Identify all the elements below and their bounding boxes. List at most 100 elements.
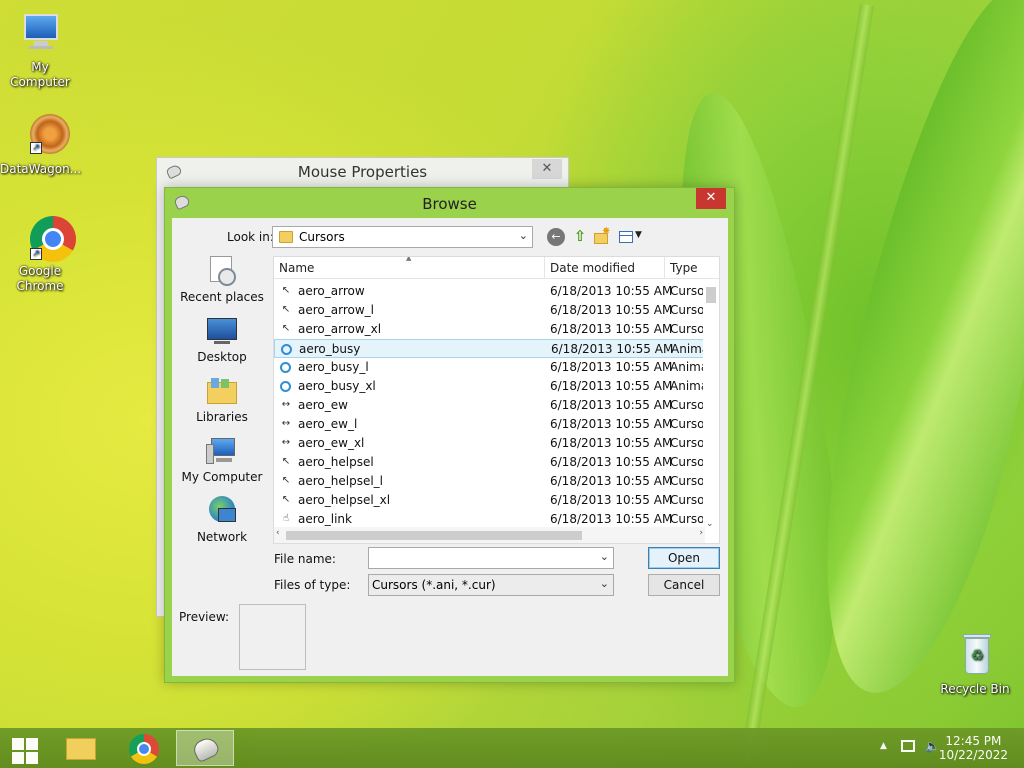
chevron-down-icon: ⌄ xyxy=(518,229,528,242)
file-row[interactable]: ↔ aero_ew_xl 6/18/2013 10:55 AM Cursor xyxy=(274,434,719,453)
files-of-type-dropdown[interactable]: Cursors (*.ani, *.cur) ⌄ xyxy=(368,574,614,596)
desktop-icon-recycle-bin[interactable]: ♻ Recycle Bin xyxy=(935,632,1015,697)
desktop-icon xyxy=(206,316,238,346)
desktop-icon-label: Recycle Bin xyxy=(940,682,1010,696)
arrow-cursor-icon: ↖ xyxy=(281,304,291,315)
preview-box xyxy=(239,604,306,670)
place-label: Libraries xyxy=(196,410,248,424)
file-date-cell: 6/18/2013 10:55 AM xyxy=(550,417,673,431)
helpsel-cursor-icon: ↖ xyxy=(281,456,291,467)
file-name-cell: aero_busy_xl xyxy=(298,379,376,393)
browse-dialog[interactable]: Browse ✕ Look in: Cursors ⌄ ← ⇧ ✸ ▼ Rece… xyxy=(164,187,735,683)
volume-icon[interactable]: 🔈 xyxy=(925,739,940,753)
file-list[interactable]: ▲ Name Date modified Type ↖ aero_arrow 6/1… xyxy=(273,256,720,544)
chrome-icon: ↗ xyxy=(16,214,76,262)
file-date-cell: 6/18/2013 10:55 AM xyxy=(550,455,673,469)
scroll-left-icon[interactable]: ‹ xyxy=(276,528,280,538)
place-libraries[interactable]: Libraries xyxy=(179,376,265,424)
file-name-cell: aero_ew xyxy=(298,398,348,412)
file-rows: ↖ aero_arrow 6/18/2013 10:55 AM Cursor ↖ aero… xyxy=(274,282,719,529)
file-row[interactable]: ↖ aero_arrow_l 6/18/2013 10:55 AM Cursor xyxy=(274,301,719,320)
network-status-icon[interactable] xyxy=(901,740,915,752)
computer-icon xyxy=(16,10,64,58)
look-in-dropdown[interactable]: Cursors ⌄ xyxy=(272,226,533,248)
clock[interactable]: 12:45 PM 10/22/2022 xyxy=(939,734,1008,762)
file-date-cell: 6/18/2013 10:55 AM xyxy=(550,303,673,317)
place-label: My Computer xyxy=(181,470,263,484)
show-hidden-icons-icon[interactable]: ▲ xyxy=(880,741,887,751)
file-row[interactable]: ↔ aero_ew_l 6/18/2013 10:55 AM Cursor xyxy=(274,415,719,434)
file-date-cell: 6/18/2013 10:55 AM xyxy=(550,436,673,450)
desktop-icon-google-chrome[interactable]: ↗ Google Chrome xyxy=(0,214,80,294)
file-date-cell: 6/18/2013 10:55 AM xyxy=(550,322,673,336)
taskbar-mouse-properties[interactable] xyxy=(176,730,234,766)
file-row[interactable]: ↖ aero_arrow 6/18/2013 10:55 AM Cursor xyxy=(274,282,719,301)
file-date-cell: 6/18/2013 10:55 AM xyxy=(551,342,674,356)
file-row[interactable]: aero_busy_l 6/18/2013 10:55 AM Anima xyxy=(274,358,719,377)
file-name-cell: aero_helpsel_xl xyxy=(298,493,391,507)
file-row[interactable]: aero_busy 6/18/2013 10:55 AM Anima xyxy=(274,339,719,358)
taskbar-file-explorer[interactable] xyxy=(57,730,107,766)
desktop-icon-my-computer[interactable]: My Computer xyxy=(0,10,80,90)
column-header-date-modified[interactable]: Date modified xyxy=(550,261,635,275)
place-network[interactable]: Network xyxy=(179,496,265,544)
desktop-icon-datawagon[interactable]: ↗ DataWagon... xyxy=(0,112,81,177)
view-icon xyxy=(619,231,633,243)
title-bar[interactable]: Mouse Properties ✕ xyxy=(157,158,568,186)
clock-time: 12:45 PM xyxy=(945,734,1002,748)
back-arrow-icon: ← xyxy=(551,230,561,243)
chevron-down-icon[interactable]: ⌄ xyxy=(600,550,609,563)
column-header-name[interactable]: Name xyxy=(279,261,314,275)
look-in-value: Cursors xyxy=(299,230,345,244)
file-name-label: File name: xyxy=(274,552,336,566)
file-row[interactable]: ↖ aero_helpsel_l 6/18/2013 10:55 AM Cursor xyxy=(274,472,719,491)
horizontal-scrollbar[interactable]: ‹ › xyxy=(274,527,705,543)
place-recent-places[interactable]: Recent places xyxy=(179,256,265,304)
file-date-cell: 6/18/2013 10:55 AM xyxy=(550,379,673,393)
file-name-cell: aero_arrow_xl xyxy=(298,322,382,336)
open-button[interactable]: Open xyxy=(648,547,720,569)
view-menu-button[interactable]: ▼ xyxy=(617,228,643,246)
file-date-cell: 6/18/2013 10:55 AM xyxy=(550,360,673,374)
file-name-field[interactable]: ⌄ xyxy=(368,547,614,569)
close-button[interactable]: ✕ xyxy=(696,188,726,209)
file-row[interactable]: ↔ aero_ew 6/18/2013 10:55 AM Cursor xyxy=(274,396,719,415)
scroll-right-icon[interactable]: › xyxy=(699,528,703,538)
desktop-icon-label: Google Chrome xyxy=(16,264,64,293)
file-row[interactable]: ↖ aero_arrow_xl 6/18/2013 10:55 AM Cursor xyxy=(274,320,719,339)
file-row[interactable]: aero_busy_xl 6/18/2013 10:55 AM Anima xyxy=(274,377,719,396)
file-name-cell: aero_link xyxy=(298,512,352,526)
title-bar[interactable]: Browse ✕ xyxy=(165,188,734,218)
network-icon xyxy=(206,496,238,526)
vertical-scrollbar[interactable]: ⌄ xyxy=(703,279,719,529)
taskbar-google-chrome[interactable] xyxy=(119,730,169,766)
close-icon: ✕ xyxy=(705,190,717,205)
files-of-type-label: Files of type: xyxy=(274,578,351,592)
helpsel-cursor-icon: ↖ xyxy=(281,475,291,486)
cancel-button[interactable]: Cancel xyxy=(648,574,720,596)
up-one-level-button[interactable]: ⇧ xyxy=(571,228,589,246)
arrow-cursor-icon: ↖ xyxy=(281,323,291,334)
preview-label: Preview: xyxy=(179,610,230,624)
libraries-icon xyxy=(206,376,238,406)
place-label: Network xyxy=(196,530,248,544)
close-button[interactable]: ✕ xyxy=(532,159,562,179)
busy-cursor-icon xyxy=(280,381,291,392)
file-row[interactable]: ↖ aero_helpsel 6/18/2013 10:55 AM Cursor xyxy=(274,453,719,472)
dialog-title: Browse xyxy=(422,195,477,213)
column-header-type[interactable]: Type xyxy=(670,261,698,275)
file-row[interactable]: ↖ aero_helpsel_xl 6/18/2013 10:55 AM Cursor xyxy=(274,491,719,510)
window-title: Mouse Properties xyxy=(297,163,428,181)
place-desktop[interactable]: Desktop xyxy=(179,316,265,364)
scroll-down-icon[interactable]: ⌄ xyxy=(706,519,714,529)
start-button[interactable] xyxy=(6,730,56,766)
place-label: Recent places xyxy=(180,290,264,304)
scroll-thumb[interactable] xyxy=(706,287,716,303)
back-button[interactable]: ← xyxy=(547,228,565,246)
file-name-cell: aero_ew_l xyxy=(298,417,358,431)
scroll-thumb[interactable] xyxy=(286,531,582,540)
new-folder-button[interactable]: ✸ xyxy=(593,226,611,246)
place-my-computer[interactable]: My Computer xyxy=(179,436,265,484)
file-date-cell: 6/18/2013 10:55 AM xyxy=(550,474,673,488)
desktop-icon-label: My Computer xyxy=(10,60,70,89)
